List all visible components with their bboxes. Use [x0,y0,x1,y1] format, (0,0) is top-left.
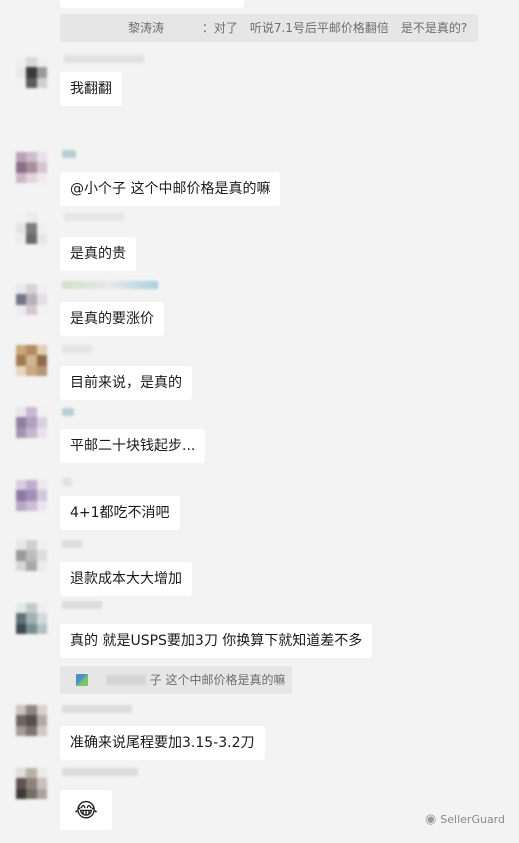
nickname-blurred [62,408,74,416]
avatar[interactable] [16,768,47,799]
message-bubble: 😂 [60,790,112,830]
avatar[interactable] [16,213,47,244]
message-bubble: 是真的要涨价 [60,302,164,336]
watermark: ◉ SellerGuard [425,812,505,827]
message-bubble: 我翻翻 [60,72,122,106]
message-bubble: 真的 就是USPS要加3刀 你换算下就知道差不多 [60,624,373,658]
message-bubble: @小个子 这个中邮价格是真的嘛 [60,172,281,206]
quote-text: 子 这个中邮价格是真的嘛 [149,673,286,687]
message-text: 4+1都吃不消吧 [70,505,170,521]
avatar[interactable] [16,284,47,315]
avatar[interactable] [16,407,47,438]
quote-author: 黎涛涛 [128,21,165,35]
nickname-blurred [62,281,158,289]
message-bubble: 退款成本大大增加 [60,562,192,596]
message-text: 准确来说尾程要加3.15-3.2刀 [70,735,255,751]
avatar[interactable] [16,345,47,376]
nickname-blurred [62,705,132,713]
quoted-message[interactable]: 黎涛涛 ：对了 听说7.1号后平邮价格翻倍 是不是真的? [60,14,478,42]
message-text: @小个子 这个中邮价格是真的嘛 [70,181,271,197]
nickname-blurred [64,213,124,221]
image-thumbnail-icon [76,674,88,686]
message-text: 真的 就是USPS要加3刀 你换算下就知道差不多 [70,633,363,649]
message-text: 是真的贵 [70,246,126,262]
avatar[interactable] [16,603,47,634]
message-bubble-partial [60,0,244,8]
wechat-logo-icon: ◉ [424,812,437,827]
nickname-blurred [62,150,76,158]
nickname-blurred [62,540,82,548]
nickname-blurred [62,478,72,486]
quote-author-blurred [105,675,146,685]
avatar[interactable] [16,152,47,183]
watermark-text: SellerGuard [440,813,505,826]
nickname-blurred [62,768,138,776]
message-text: 是真的要涨价 [70,311,154,327]
nickname-blurred [62,601,102,609]
avatar[interactable] [16,540,47,571]
message-bubble: 目前来说，是真的 [60,366,192,400]
message-text: 我翻翻 [70,81,112,97]
laughing-tears-icon: 😂 [74,798,98,822]
avatar[interactable] [16,705,47,736]
message-bubble: 准确来说尾程要加3.15-3.2刀 [60,726,265,760]
nickname-blurred [64,55,144,63]
nickname-blurred [62,345,92,353]
message-text: 平邮二十块钱起步... [70,438,196,454]
quote-text: ：对了 听说7.1号后平邮价格翻倍 是不是真的? [201,21,468,35]
avatar[interactable] [16,57,47,88]
quoted-message[interactable]: 子 这个中邮价格是真的嘛 [60,666,292,694]
message-text: 目前来说，是真的 [70,375,182,391]
message-bubble: 是真的贵 [60,237,136,271]
avatar[interactable] [16,480,47,511]
message-text: 退款成本大大增加 [70,571,182,587]
message-bubble: 4+1都吃不消吧 [60,496,180,530]
message-bubble: 平邮二十块钱起步... [60,429,206,463]
